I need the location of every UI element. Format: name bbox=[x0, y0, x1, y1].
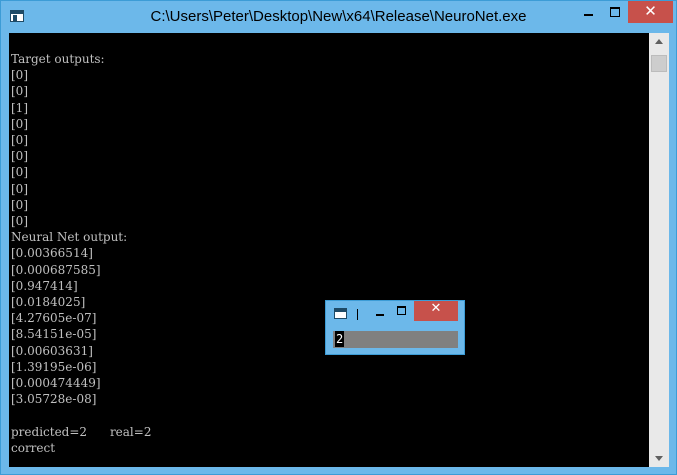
console-line: predicted=2 real=2 bbox=[11, 424, 152, 439]
console-line: [0] bbox=[11, 197, 28, 212]
maximize-button[interactable] bbox=[602, 1, 628, 23]
console-line: [0] bbox=[11, 84, 28, 99]
console-line: [0] bbox=[11, 181, 28, 196]
console-line: [0] bbox=[11, 165, 28, 180]
console-line: Neural Net output: bbox=[11, 230, 128, 245]
console-output-text: Target outputs: [0] [0] [1] [0] [0] [0] … bbox=[11, 51, 151, 456]
console-line: [8.54151e-05] bbox=[11, 327, 97, 342]
scrollbar-thumb[interactable] bbox=[651, 55, 667, 72]
minimize-button[interactable] bbox=[576, 1, 602, 23]
console-line: [0] bbox=[11, 68, 28, 83]
title-separator bbox=[357, 309, 358, 320]
popup-console-area[interactable]: 2 bbox=[333, 331, 458, 348]
console-line: [1.39195e-06] bbox=[11, 359, 97, 374]
close-icon: ✕ bbox=[430, 301, 442, 316]
console-line: [0.00603631] bbox=[11, 343, 93, 358]
window-title: C:\Users\Peter\Desktop\New\x64\Release\N… bbox=[150, 8, 527, 25]
popup-minimize-button[interactable] bbox=[371, 301, 391, 321]
console-line: [3.05728e-08] bbox=[11, 392, 97, 407]
console-line: Target outputs: bbox=[11, 52, 105, 66]
console-line: [0] bbox=[11, 133, 28, 148]
console-line: [0] bbox=[11, 116, 28, 131]
console-window: C:\Users\Peter\Desktop\New\x64\Release\N… bbox=[0, 0, 677, 475]
title-bar[interactable]: C:\Users\Peter\Desktop\New\x64\Release\N… bbox=[1, 1, 676, 33]
console-line: [0.00366514] bbox=[11, 246, 93, 261]
console-line: [0.000687585] bbox=[11, 262, 101, 277]
close-button[interactable]: ✕ bbox=[628, 1, 673, 23]
scroll-up-arrow-icon[interactable] bbox=[649, 33, 669, 50]
close-icon: ✕ bbox=[644, 2, 657, 20]
console-line: [1] bbox=[11, 100, 28, 115]
popup-app-icon[interactable] bbox=[334, 308, 347, 319]
console-line: [4.27605e-07] bbox=[11, 311, 97, 326]
popup-close-button[interactable]: ✕ bbox=[414, 301, 458, 321]
console-line: [0] bbox=[11, 214, 28, 229]
console-output-area[interactable]: Target outputs: [0] [0] [1] [0] [0] [0] … bbox=[9, 33, 649, 467]
console-line: [0] bbox=[11, 149, 28, 164]
popup-maximize-button[interactable] bbox=[392, 301, 412, 321]
scroll-down-arrow-icon[interactable] bbox=[649, 450, 669, 467]
console-line: [0.0184025] bbox=[11, 295, 86, 310]
console-line: [0.947414] bbox=[11, 278, 78, 293]
popup-window[interactable]: ✕ 2 bbox=[325, 300, 465, 355]
console-line: correct bbox=[11, 440, 56, 455]
popup-output-text: 2 bbox=[335, 331, 345, 347]
vertical-scrollbar[interactable] bbox=[649, 33, 669, 467]
console-line: [0.000474449] bbox=[11, 376, 101, 391]
